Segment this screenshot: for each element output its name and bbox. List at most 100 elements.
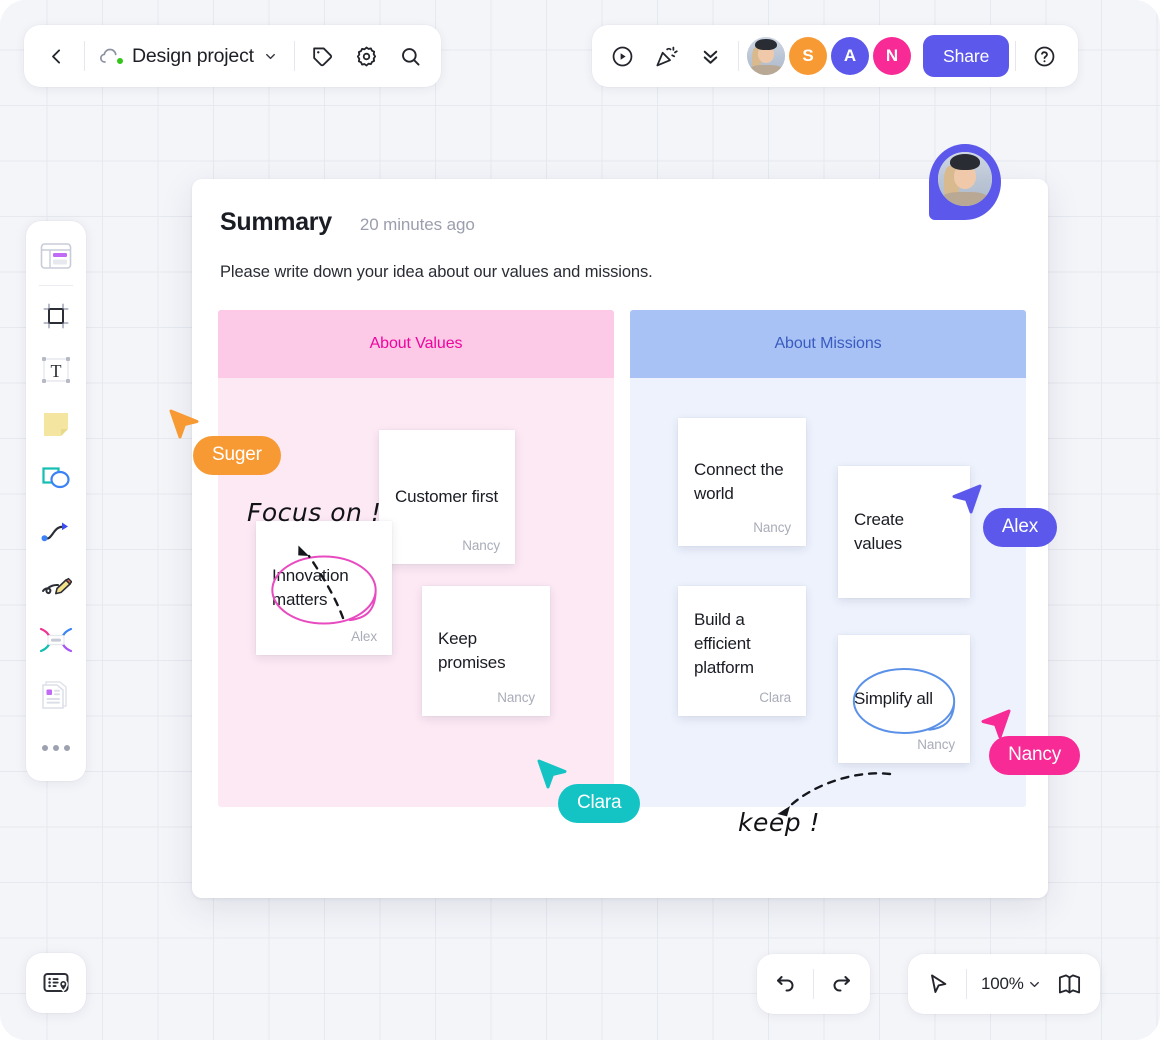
tool-frame[interactable] <box>32 289 80 343</box>
undo-redo-bar <box>757 954 870 1014</box>
tool-shapes[interactable] <box>32 451 80 505</box>
sticky-note[interactable]: Innovation matters Alex <box>256 521 392 655</box>
summary-card[interactable]: Summary 20 minutes ago Please write down… <box>192 179 1048 898</box>
sticky-note[interactable]: Keep promises Nancy <box>422 586 550 716</box>
tool-text[interactable]: T <box>32 343 80 397</box>
search-button[interactable] <box>389 34 433 78</box>
more-dots-icon <box>42 745 70 751</box>
zoom-level-selector[interactable]: 100% <box>973 962 1048 1006</box>
column-about-missions-body[interactable]: Connect the world Nancy Create values Build… <box>630 378 1026 807</box>
toolbar-right: SAN Share <box>592 25 1079 87</box>
sticky-note-author: Nancy <box>497 690 535 705</box>
pointer-tool-button[interactable] <box>916 962 960 1006</box>
chevron-down-icon <box>1029 981 1039 987</box>
column-about-missions: About Missions Connect the world Nancy Crea… <box>630 310 1026 807</box>
avatar-photo <box>938 152 992 206</box>
settings-button[interactable] <box>345 34 389 78</box>
collapse-button[interactable] <box>688 34 732 78</box>
project-selector[interactable]: Design project <box>91 34 288 78</box>
tool-documents[interactable] <box>32 667 80 721</box>
pencil-scribble-icon <box>42 577 72 595</box>
divider <box>966 969 967 999</box>
tool-more[interactable] <box>32 721 80 775</box>
party-popper-icon <box>655 46 678 66</box>
sticky-note[interactable]: Build a efficient platform Clara <box>678 586 806 716</box>
board-location-button[interactable] <box>26 953 86 1013</box>
avatar-nancy[interactable]: N <box>873 37 911 75</box>
card-location-icon <box>43 973 69 993</box>
sticky-note[interactable]: Customer first Nancy <box>379 430 515 564</box>
redo-button[interactable] <box>820 962 864 1006</box>
column-about-values-body[interactable]: Customer first Nancy Innovation matters Ale… <box>218 378 614 807</box>
zoom-bar: 100% <box>908 954 1100 1014</box>
divider <box>813 969 814 999</box>
divider <box>84 41 85 71</box>
tool-sticky[interactable] <box>32 397 80 451</box>
tool-templates[interactable] <box>32 613 80 667</box>
sticky-note[interactable]: Create values <box>838 466 970 598</box>
sticky-note-text: Keep promises <box>438 628 506 672</box>
avatar-suger[interactable]: S <box>789 37 827 75</box>
sticky-note[interactable]: Simplify all Nancy <box>838 635 970 763</box>
status-dot <box>116 57 124 65</box>
svg-text:T: T <box>51 361 62 381</box>
magic-frame-icon <box>39 627 73 653</box>
zoom-level-value: 100% <box>981 974 1024 993</box>
summary-subtitle: Please write down your idea about our va… <box>220 263 653 281</box>
curve-arrow-icon <box>41 522 68 542</box>
avatar-stack: SAN <box>747 37 911 75</box>
whiteboard-app: Summary 20 minutes ago Please write down… <box>0 0 1160 1040</box>
avatar-photo[interactable] <box>747 37 785 75</box>
tag-button[interactable] <box>301 34 345 78</box>
tool-pen[interactable] <box>32 559 80 613</box>
cloud-icon <box>99 46 124 66</box>
map-book-icon <box>1059 974 1081 994</box>
celebrate-button[interactable] <box>644 34 688 78</box>
project-title: Design project <box>132 44 254 67</box>
sticky-note-author: Alex <box>351 629 377 644</box>
avatar-alex[interactable]: A <box>831 37 869 75</box>
divider <box>738 41 739 71</box>
sticky-note-author: Clara <box>759 690 791 705</box>
divider <box>1015 41 1017 71</box>
text-icon: T <box>42 357 70 383</box>
column-about-values-header: About Values <box>218 310 614 378</box>
floating-avatar-pin[interactable] <box>929 144 1001 220</box>
sticky-note-icon <box>44 413 68 436</box>
sticky-note-author: Nancy <box>462 538 500 553</box>
search-icon <box>402 47 420 66</box>
redo-arrow-icon <box>833 976 850 992</box>
sticky-note-author: Nancy <box>753 520 791 535</box>
back-button[interactable] <box>34 34 78 78</box>
frame-icon <box>43 303 69 329</box>
chevron-down-icon <box>265 53 275 59</box>
avatar-photo <box>747 37 785 75</box>
columns-container: About Values Customer first Nancy Innovatio… <box>218 310 1026 807</box>
summary-timestamp: 20 minutes ago <box>359 215 475 234</box>
sticky-note-text: Build a efficient platform <box>694 610 754 678</box>
sticky-note-text: Connect the world <box>694 459 784 503</box>
question-circle-icon <box>1034 46 1055 66</box>
share-button[interactable]: Share <box>923 35 1010 77</box>
undo-button[interactable] <box>763 962 807 1006</box>
sticky-note[interactable]: Connect the world Nancy <box>678 418 806 546</box>
play-button[interactable] <box>600 34 644 78</box>
avatar <box>936 150 994 208</box>
documents-icon <box>42 681 67 709</box>
sticky-note-text: Create values <box>854 509 904 553</box>
column-about-missions-header: About Missions <box>630 310 1026 378</box>
sticky-note-text: Innovation matters <box>272 565 349 609</box>
column-about-values: About Values Customer first Nancy Innovatio… <box>218 310 614 807</box>
help-button[interactable] <box>1022 34 1066 78</box>
divider <box>293 41 295 71</box>
sticky-note-text: Simplify all <box>854 688 933 708</box>
gear-icon <box>357 46 377 66</box>
tag-icon <box>313 47 333 66</box>
divider <box>39 285 73 286</box>
double-chevron-down-icon <box>703 50 717 64</box>
tool-connector[interactable] <box>32 505 80 559</box>
minimap-button[interactable] <box>1048 962 1092 1006</box>
cursor-pointer-icon <box>931 974 947 993</box>
sticky-note-author: Nancy <box>917 737 955 752</box>
tool-board[interactable] <box>32 229 80 283</box>
